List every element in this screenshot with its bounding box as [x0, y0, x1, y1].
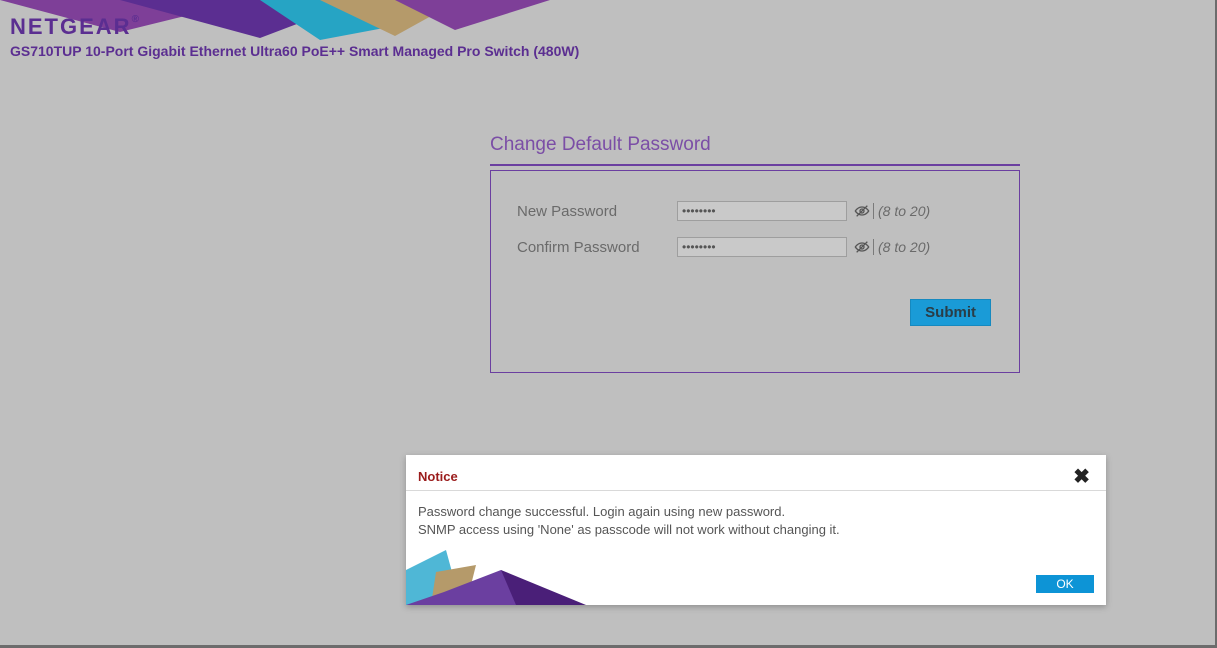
- product-subtitle: GS710TUP 10-Port Gigabit Ethernet Ultra6…: [10, 43, 579, 59]
- separator: [873, 203, 874, 219]
- dialog-decoration: [406, 550, 586, 605]
- brand-block: NETGEAR® GS710TUP 10-Port Gigabit Ethern…: [10, 14, 579, 59]
- ok-button[interactable]: OK: [1036, 575, 1094, 593]
- notice-body: Password change successful. Login again …: [406, 491, 1106, 538]
- notice-dialog: Notice ✖ Password change successful. Log…: [406, 455, 1106, 605]
- notice-line-2: SNMP access using 'None' as passcode wil…: [418, 521, 1094, 539]
- new-password-row: New Password (8 to 20): [517, 201, 1019, 221]
- new-password-label: New Password: [517, 203, 677, 220]
- close-icon[interactable]: ✖: [1073, 471, 1090, 483]
- eye-off-icon[interactable]: [853, 238, 871, 256]
- new-password-input[interactable]: [677, 201, 847, 221]
- confirm-password-hint: (8 to 20): [878, 239, 930, 255]
- separator: [873, 239, 874, 255]
- confirm-password-row: Confirm Password (8 to 20): [517, 237, 1019, 257]
- brand-logo-text: NETGEAR®: [10, 14, 579, 40]
- page-title: Change Default Password: [490, 134, 1020, 166]
- notice-line-1: Password change successful. Login again …: [418, 503, 1094, 521]
- notice-title: Notice: [418, 469, 458, 484]
- submit-button[interactable]: Submit: [910, 299, 991, 326]
- change-password-panel: New Password (8 to 20) Confirm Password: [490, 170, 1020, 373]
- new-password-hint: (8 to 20): [878, 203, 930, 219]
- confirm-password-label: Confirm Password: [517, 239, 677, 256]
- eye-off-icon[interactable]: [853, 202, 871, 220]
- confirm-password-input[interactable]: [677, 237, 847, 257]
